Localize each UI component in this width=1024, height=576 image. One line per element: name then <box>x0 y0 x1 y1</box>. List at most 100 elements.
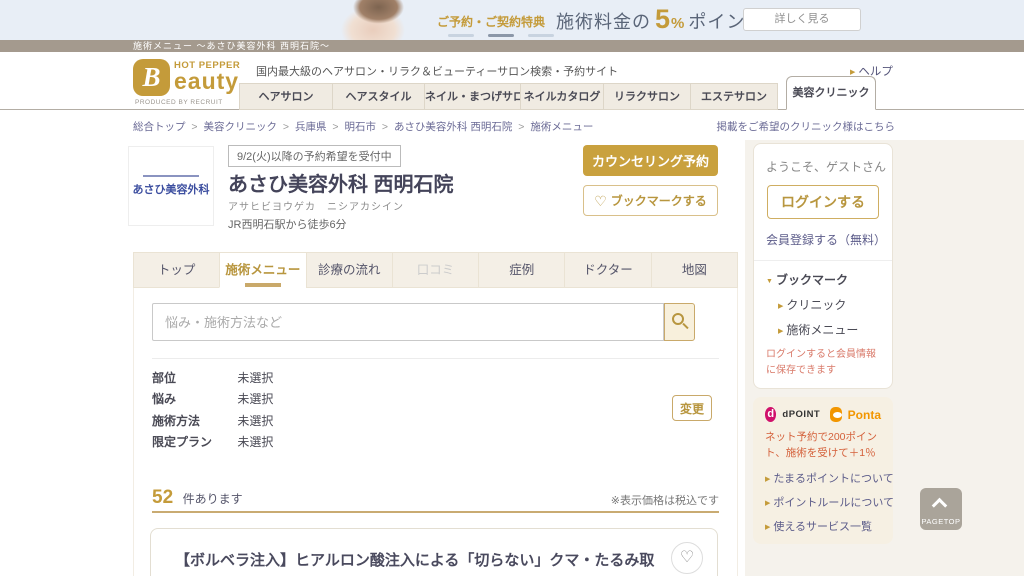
points-link-rules[interactable]: ▶ポイントルールについて <box>765 494 881 510</box>
heart-icon: ♡ <box>594 193 607 209</box>
nav-tab-beauty-clinic-active[interactable]: 美容クリニック <box>786 76 876 110</box>
search-button[interactable] <box>664 303 695 341</box>
bookmark-item-label: 施術メニュー <box>786 323 858 337</box>
results-count-suffix: 件あります <box>183 492 243 506</box>
clinic-logo-text: あさひ美容外科 <box>133 181 210 197</box>
favorite-heart-button[interactable]: ♡ <box>671 542 703 574</box>
carousel-dot[interactable] <box>448 34 474 37</box>
page: ご予約・ご契約特典 施術料金の 5 % ポイント還元 詳しく見る 施術メニュー … <box>0 0 1024 576</box>
breadcrumb-item-top[interactable]: 総合トップ <box>133 121 186 133</box>
nav-tab-hair-salon[interactable]: ヘアサロン <box>239 83 333 110</box>
carousel-dot-active[interactable] <box>488 34 514 37</box>
counseling-reserve-button[interactable]: カウンセリング予約 <box>583 145 718 176</box>
breadcrumb-item-menu[interactable]: 施術メニュー <box>530 121 593 133</box>
clinic-listing-link[interactable]: 掲載をご希望のクリニック様はこちら <box>717 119 896 134</box>
search-icon-handle <box>682 323 688 329</box>
service-nav-tabs: ヘアサロン ヘアスタイル ネイル・まつげサロン ネイルカタログ リラクサロン エ… <box>240 76 876 110</box>
tab-treatment-menu-active[interactable]: 施術メニュー <box>219 252 306 288</box>
breadcrumb-separator: > <box>382 121 388 133</box>
bookmark-item-menu[interactable]: ▶施術メニュー <box>778 321 880 338</box>
hot-pepper-beauty-logo[interactable]: B HOT PEPPER eauty PRODUCED BY RECRUIT <box>133 59 248 107</box>
breadcrumb-item-clinic[interactable]: あさひ美容外科 西明石院 <box>394 121 512 133</box>
active-tab-marker <box>245 283 281 287</box>
filter-row-part: 部位 未選択 <box>152 369 273 386</box>
breadcrumb-separator: > <box>283 121 289 133</box>
arrow-right-icon: ▶ <box>765 524 770 531</box>
points-link-label: たまるポイントについて <box>773 473 893 485</box>
page-top-label: PAGETOP <box>920 517 962 526</box>
dpoint-icon: d <box>765 407 776 422</box>
divider <box>152 358 719 359</box>
filter-value: 未選択 <box>237 414 273 428</box>
login-card: ようこそ、ゲストさん ログインする 会員登録する（無料） ▼ブックマーク ▶クリ… <box>753 143 893 389</box>
clinic-name: あさひ美容外科 西明石院 <box>228 168 454 197</box>
arrow-right-icon: ▶ <box>765 476 770 483</box>
banner-carousel-dots[interactable] <box>448 34 554 37</box>
nav-tab-nail-catalog[interactable]: ネイルカタログ <box>520 83 604 110</box>
bookmark-section-title: ▼ブックマーク <box>766 271 880 288</box>
logo-produced-by: PRODUCED BY RECRUIT <box>135 99 223 106</box>
breadcrumb-item-akashi[interactable]: 明石市 <box>344 121 376 133</box>
treatment-menu-card[interactable]: 【ボルベラ注入】ヒアルロン酸注入による「切らない」クマ・たるみ取り ♡ <box>150 528 718 576</box>
tab-reviews-disabled: 口コミ <box>392 252 479 288</box>
breadcrumb-separator: > <box>332 121 338 133</box>
gold-divider <box>152 511 719 513</box>
login-button[interactable]: ログインする <box>767 185 879 219</box>
results-count-row: 52 件あります <box>152 487 243 509</box>
tab-treatment-flow[interactable]: 診療の流れ <box>306 252 393 288</box>
banner-detail-button[interactable]: 詳しく見る <box>743 8 861 31</box>
filter-row-limited-plan: 限定プラン 未選択 <box>152 433 273 450</box>
banner-model-image <box>318 0 428 40</box>
tab-treatment-menu-label: 施術メニュー <box>225 263 300 277</box>
nav-tab-relax-salon[interactable]: リラクサロン <box>603 83 691 110</box>
bookmark-login-note: ログインすると会員情報に保存できます <box>766 347 880 378</box>
filter-label: 悩み <box>152 390 234 407</box>
promo-label: ご予約・ご契約特典 <box>437 13 545 30</box>
breadcrumb-item-hyogo[interactable]: 兵庫県 <box>295 121 327 133</box>
results-count: 52 <box>152 487 173 508</box>
tab-top[interactable]: トップ <box>133 252 220 288</box>
tab-doctor[interactable]: ドクター <box>564 252 651 288</box>
register-link[interactable]: 会員登録する（無料） <box>766 231 880 248</box>
promo-banner[interactable]: ご予約・ご契約特典 施術料金の 5 % ポイント還元 詳しく見る <box>0 0 1024 40</box>
nav-tab-nail-salon[interactable]: ネイル・まつげサロン <box>424 83 521 110</box>
carousel-dot[interactable] <box>528 34 554 37</box>
breadcrumb-separator: > <box>191 121 197 133</box>
treatment-menu-title: 【ボルベラ注入】ヒアルロン酸注入による「切らない」クマ・たるみ取り <box>175 549 655 570</box>
availability-badge: 9/2(火)以降の予約希望を受付中 <box>228 145 401 167</box>
clinic-name-kana: アサヒビヨウゲカ ニシアカシイン <box>228 198 404 213</box>
clinic-logo-image: あさひ美容外科 <box>128 146 214 226</box>
points-card: d dPOINT Ponta ネット予約で200ポイント、施術を受けて＋1％ ▶… <box>753 397 893 544</box>
filter-value: 未選択 <box>237 392 273 406</box>
tab-map[interactable]: 地図 <box>651 252 738 288</box>
dpoint-label: dPOINT <box>782 409 820 420</box>
filter-change-button[interactable]: 変更 <box>672 395 712 421</box>
filter-label: 施術方法 <box>152 412 234 429</box>
filter-label: 部位 <box>152 369 234 386</box>
points-link-services[interactable]: ▶使えるサービス一覧 <box>765 518 881 534</box>
main-content: あさひ美容外科 9/2(火)以降の予約希望を受付中 あさひ美容外科 西明石院 ア… <box>133 140 738 576</box>
points-link-earn[interactable]: ▶たまるポイントについて <box>765 470 881 486</box>
bookmark-button[interactable]: ♡ブックマークする <box>583 185 718 216</box>
filter-row-concern: 悩み 未選択 <box>152 390 273 407</box>
arrow-right-icon: ▶ <box>850 69 855 76</box>
clinic-access-info: JR西明石駅から徒歩6分 <box>228 216 347 232</box>
points-description: ネット予約で200ポイント、施術を受けて＋1％ <box>765 430 881 462</box>
nav-tab-esthe-salon[interactable]: エステサロン <box>690 83 778 110</box>
bookmark-title-label: ブックマーク <box>776 273 848 287</box>
filter-label: 限定プラン <box>152 433 234 450</box>
filter-row-method: 施術方法 未選択 <box>152 412 273 429</box>
clinic-page-tabs: トップ 施術メニュー 診療の流れ 口コミ 症例 ドクター 地図 <box>133 252 738 288</box>
page-top-button[interactable]: PAGETOP <box>920 488 962 530</box>
breadcrumb-separator: > <box>518 121 524 133</box>
site-header: B HOT PEPPER eauty PRODUCED BY RECRUIT 国… <box>0 52 1024 110</box>
bookmark-item-clinic[interactable]: ▶クリニック <box>778 296 880 313</box>
promo-percent-sign: % <box>671 15 684 32</box>
filter-value: 未選択 <box>237 371 273 385</box>
search-input[interactable] <box>152 303 664 341</box>
welcome-text: ようこそ、ゲストさん <box>766 158 880 175</box>
breadcrumb-item-beauty-clinic[interactable]: 美容クリニック <box>203 121 277 133</box>
tab-cases[interactable]: 症例 <box>478 252 565 288</box>
nav-tab-hair-style[interactable]: ヘアスタイル <box>332 83 425 110</box>
chevron-up-icon <box>932 498 948 514</box>
